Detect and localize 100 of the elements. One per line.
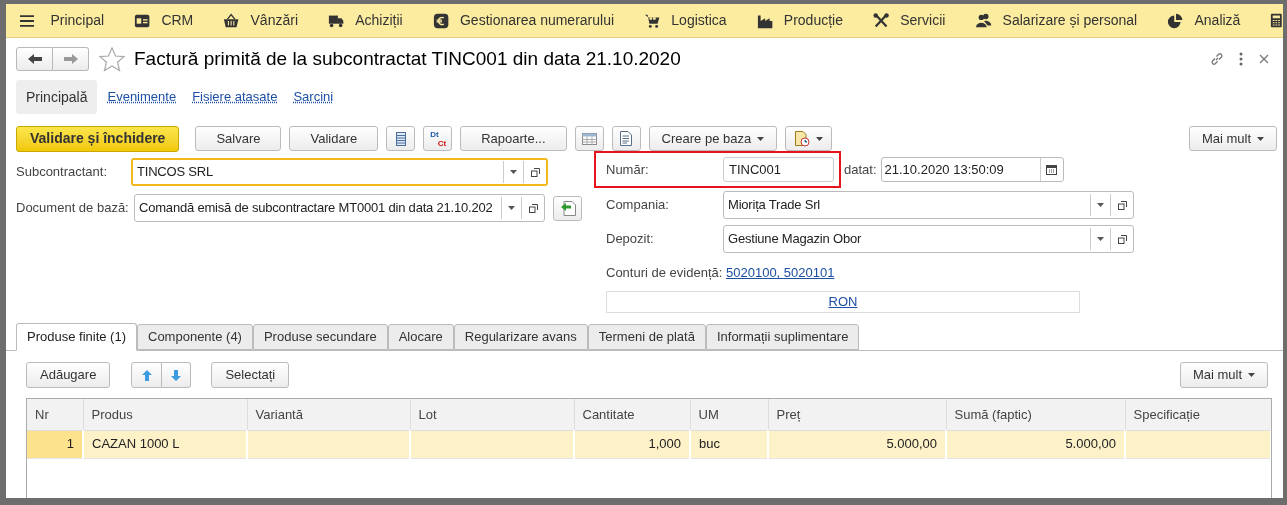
field-label: Compania: [606,196,670,215]
euro-icon[interactable] [432,11,449,30]
document-clock-icon [794,130,811,147]
tab[interactable]: Componente (4) [137,324,253,350]
tab[interactable]: Informații suplimentare [705,324,860,350]
dropdown-field[interactable]: Comandă emisă de subcontractare MT0001 din data 21.10.202 [134,194,545,222]
list-icon [395,131,406,146]
table-cell: CAZAN 1000 L [83,430,247,458]
more-dropdown-button[interactable]: Mai mult [1188,126,1277,151]
menu-item[interactable]: Servicii [900,10,946,31]
back-button[interactable] [16,47,53,71]
menu-item[interactable]: CRM [161,10,194,31]
document-button[interactable] [611,126,641,151]
link-icon[interactable] [1209,51,1225,67]
column-header[interactable]: Preț [768,399,946,430]
table-cell: 5.000,00 [946,430,1125,458]
caret-icon [510,170,517,174]
more-options-icon[interactable] [1239,52,1243,66]
tab[interactable]: Produse finite (1) [16,323,137,351]
section-tab[interactable]: Principală [16,80,98,114]
select-button[interactable]: Selectați [211,362,290,388]
field-label: Număr: [606,160,650,179]
fill-button[interactable] [553,195,582,221]
left-arrow-icon [26,53,43,65]
table-cell: 1 [27,430,83,458]
open-icon[interactable] [528,203,538,213]
dropdown-field[interactable]: TINCOS SRL [131,158,548,186]
people-icon[interactable] [975,11,992,30]
debit-label: Dt [430,129,439,139]
list-button[interactable] [386,126,416,151]
report-dropdown-button[interactable] [785,126,833,151]
ledger-button[interactable]: Dt Ct [423,126,453,151]
open-icon[interactable] [530,167,540,177]
date-field[interactable]: 21.10.2020 13:50:09 [880,157,1064,182]
menu-item[interactable]: Salarizare și personal [1002,10,1138,31]
document-title: Factură primită de la subcontractat TINC001 din data 21.10.2020 [134,46,681,71]
move-down-button[interactable] [162,362,192,388]
dropdown-field[interactable]: Miorița Trade Srl [723,191,1134,219]
table-cell: buc [690,430,768,458]
field-label: Subcontractant: [16,163,109,182]
tab[interactable]: Regularizare avans [453,324,588,350]
menu-item[interactable]: Producție [783,10,843,31]
column-header[interactable]: Variantă [247,399,410,430]
star-icon[interactable] [99,46,125,72]
dropdown-button[interactable]: Creare pe baza [648,126,778,151]
column-header[interactable]: Nr [27,399,83,430]
accounts-link[interactable]: 5020100, 5020101 [726,263,835,283]
open-icon[interactable] [1117,200,1127,210]
add-button[interactable]: Adăugare [26,362,111,388]
field-label: datat: [844,160,877,179]
column-header[interactable]: UM [690,399,768,430]
tab[interactable]: Termeni de plată [587,324,706,350]
tools-icon[interactable] [873,11,890,30]
field-label: Document de bază: [16,199,130,218]
menu-item[interactable]: Principal [50,10,105,31]
table-icon [581,132,597,145]
toolbar-button[interactable]: Validare [289,126,379,151]
calendar-icon[interactable] [1046,164,1058,175]
tab[interactable]: Alocare [387,324,454,350]
tab[interactable]: Produse secundare [252,324,388,350]
dropdown-field[interactable]: Gestiune Magazin Obor [723,225,1134,253]
menu-item[interactable]: Analiză [1194,10,1241,31]
currency-link[interactable]: RON [828,292,858,312]
field-label: Conturi de evidență: [606,264,724,283]
section-tab[interactable]: Evenimente [101,80,183,114]
post-and-close-button[interactable]: Validare și închidere [16,125,180,152]
table-cell: 1,000 [574,430,690,458]
more-dropdown-button[interactable]: Mai mult [1179,362,1268,388]
down-arrow-icon [170,368,183,382]
table-cell: 5.000,00 [768,430,946,458]
section-tab[interactable]: Fișiere atașate [186,80,284,114]
menu-item[interactable]: Vânzări [250,10,298,31]
caret-icon [508,206,515,210]
up-arrow-icon [140,368,153,382]
menu-item[interactable]: Logistica [671,10,727,31]
open-icon[interactable] [1117,234,1127,244]
basket-icon[interactable] [223,11,240,30]
toolbar-button[interactable]: Rapoarte... [460,126,567,151]
column-header[interactable]: Lot [410,399,574,430]
number-field[interactable]: TINC001 [723,157,834,182]
credit-label: Ct [437,138,447,148]
column-header[interactable]: Cantitate [574,399,690,430]
caret-icon [1097,237,1104,241]
calculator-icon[interactable] [1270,12,1283,29]
pie-chart-icon[interactable] [1167,11,1184,30]
move-up-button[interactable] [131,362,163,388]
menu-icon[interactable] [20,13,35,28]
menu-item[interactable]: Achiziții [355,10,403,31]
document-arrow-icon [559,200,576,216]
caret-icon [816,136,824,141]
column-header[interactable]: Specificație [1125,399,1271,430]
caret-icon [1248,373,1255,377]
field-label: Depozit: [606,230,655,249]
column-header[interactable]: Produs [83,399,247,430]
column-header[interactable]: Sumă (faptic) [946,399,1125,430]
close-icon[interactable] [1259,54,1269,64]
section-tab[interactable]: Sarcini [287,80,340,114]
menu-item[interactable]: Gestionarea numerarului [459,10,615,31]
toolbar-button[interactable]: Salvare [195,126,282,151]
table-button[interactable] [574,126,604,151]
